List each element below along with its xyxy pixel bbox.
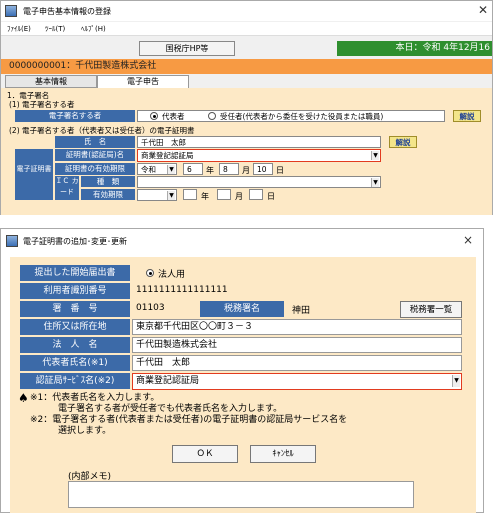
app-icon [5, 5, 17, 17]
expiry-day-unit: 日 [276, 166, 284, 175]
note-2-line-2: 選択します。 [58, 426, 112, 436]
ca-service-label: 認証局ｻｰﾋﾞｽ名(※2) [20, 373, 130, 389]
ic-valid-year-field[interactable] [183, 189, 197, 200]
issuer-select-value: 商業登記認証局 [141, 151, 194, 160]
corp-name-label: 法 人 名 [20, 337, 130, 353]
cancel-button[interactable]: ｷｬﾝｾﾙ [250, 445, 316, 463]
expiry-label: 証明書の有効期限 [55, 163, 135, 175]
explain-button-1[interactable]: 解説 [453, 110, 481, 122]
ca-service-select[interactable]: 商業登記認証局 ▼ [132, 373, 462, 390]
signer-radio-group: 代表者 受任者(代表者から委任を受けた役員または職員) [137, 110, 445, 122]
ic-type-label: 種 類 [81, 176, 135, 187]
close-icon[interactable]: ✕ [478, 3, 488, 17]
expiry-month-field[interactable]: 8 [219, 163, 239, 175]
ic-card-label: ＩＣ カード [55, 176, 79, 200]
window-title: 電子申告基本情報の登録 [23, 7, 111, 16]
ic-valid-label: 有効期限 [81, 189, 135, 200]
ic-valid-day-unit: 日 [267, 192, 275, 201]
title-bar: 電子申告基本情報の登録 ✕ [1, 1, 492, 21]
chevron-down-icon[interactable]: ▼ [371, 178, 379, 187]
tab-e-filing[interactable]: 電子申告 [97, 75, 189, 88]
expiry-year-unit: 年 [206, 166, 214, 175]
ic-valid-year-unit: 年 [201, 192, 209, 201]
certificate-dialog: 電子証明書の追加･変更･更新 × 提出した開始届出書 法人用 利用者識別番号 1… [0, 228, 484, 513]
userid-value: 1111111111111111 [136, 285, 228, 295]
dialog-title: 電子証明書の追加･変更･更新 [23, 237, 127, 246]
office-name-value: 神田 [292, 306, 311, 316]
note-2-line-1: ※2：電子署名する者(代表者または受任者)の電子証明書の認証局サービス名を [30, 415, 348, 425]
menu-file[interactable]: ﾌｧｲﾙ(E) [7, 24, 31, 34]
radio-corporate[interactable] [146, 269, 154, 277]
section-sub-signer: (1) 電子署名する者 [9, 100, 75, 109]
certificate-side-label: 電子証明書 [15, 149, 53, 200]
expiry-year-field[interactable]: 6 [183, 163, 203, 175]
today-date: 本日：令和 4年12月16 [337, 41, 492, 56]
corp-name-field[interactable]: 千代田製造株式会社 [132, 337, 462, 353]
chevron-down-icon[interactable]: ▼ [371, 151, 379, 160]
chevron-down-icon[interactable]: ▼ [167, 191, 175, 200]
address-field[interactable]: 東京都千代田区〇〇町３－３ [132, 319, 462, 335]
filing-value: 法人用 [158, 270, 186, 280]
office-list-button[interactable]: 税務署一覧 [400, 301, 462, 318]
rep-name-label: 代表者氏名(※1) [20, 355, 130, 371]
ic-valid-day-field[interactable] [249, 189, 263, 200]
name-field[interactable]: 千代田 太郎 [137, 136, 381, 148]
main-window: 電子申告基本情報の登録 ✕ ﾌｧｲﾙ(E) ﾂｰﾙ(T) ﾍﾙﾌﾟ(H) 国税庁… [0, 0, 493, 215]
menu-tools[interactable]: ﾂｰﾙ(T) [45, 24, 65, 34]
e-filing-panel: 1．電子署名 (1) 電子署名する者 電子署名する者 代表者 受任者(代表者から… [1, 88, 492, 215]
ic-valid-era-select[interactable]: ▼ [137, 189, 177, 201]
filing-label: 提出した開始届出書 [20, 265, 130, 281]
tab-basic-info[interactable]: 基本情報 [5, 75, 97, 88]
userid-label: 利用者識別番号 [20, 283, 130, 299]
radio-representative-label: 代表者 [162, 112, 185, 121]
ok-button[interactable]: ＯＫ [172, 445, 238, 463]
expiry-era-value: 令和 [141, 165, 156, 174]
office-number-label: 署 番 号 [20, 301, 130, 317]
section-title-certificate: (2) 電子署名する者（代表者又は受任者）の電子証明書 [9, 126, 195, 135]
dialog-close-icon[interactable]: × [463, 233, 473, 247]
expiry-month-unit: 月 [242, 166, 250, 175]
rep-name-field[interactable]: 千代田 太郎 [132, 355, 462, 371]
name-label: 氏 名 [55, 136, 135, 148]
radio-representative[interactable] [150, 112, 158, 120]
radio-proxy-label: 受任者(代表者から委任を受けた役員または職員) [220, 112, 384, 121]
ic-valid-month-unit: 月 [235, 192, 243, 201]
ic-valid-month-field[interactable] [217, 189, 231, 200]
dialog-panel: 提出した開始届出書 法人用 利用者識別番号 1111111111111111 署… [10, 257, 476, 513]
radio-proxy[interactable] [208, 112, 216, 120]
memo-textarea[interactable] [68, 481, 414, 508]
chevron-down-icon[interactable]: ▼ [167, 165, 175, 174]
dialog-app-icon [6, 235, 18, 247]
nta-hp-button[interactable]: 国税庁HP等 [139, 41, 235, 56]
menu-help[interactable]: ﾍﾙﾌﾟ(H) [81, 24, 106, 34]
issuer-select[interactable]: 商業登記認証局 ▼ [137, 149, 381, 162]
issuer-label: 証明書(認証局)名 [55, 149, 135, 161]
note-1-line-2: 電子署名する者が受任者でも代表者氏名を入力します。 [58, 404, 283, 414]
company-bar: 0000000001：千代田製造株式会社 [1, 59, 492, 74]
office-name-label: 税務署名 [200, 301, 284, 317]
spade-icon: ♠ [18, 391, 29, 405]
explain-button-2[interactable]: 解説 [389, 136, 417, 148]
note-1-line-1: ※1：代表者氏名を入力します。 [30, 393, 160, 403]
ic-type-select[interactable]: ▼ [137, 176, 381, 188]
menu-bar: ﾌｧｲﾙ(E) ﾂｰﾙ(T) ﾍﾙﾌﾟ(H) [1, 22, 492, 36]
office-number-value: 01103 [136, 303, 165, 313]
chevron-down-icon[interactable]: ▼ [452, 375, 460, 387]
address-label: 住所又は所在地 [20, 319, 130, 335]
expiry-day-field[interactable]: 10 [253, 163, 273, 175]
signer-label: 電子署名する者 [15, 110, 135, 122]
ca-service-value: 商業登記認証局 [136, 376, 200, 386]
expiry-era-select[interactable]: 令和 ▼ [137, 163, 177, 175]
